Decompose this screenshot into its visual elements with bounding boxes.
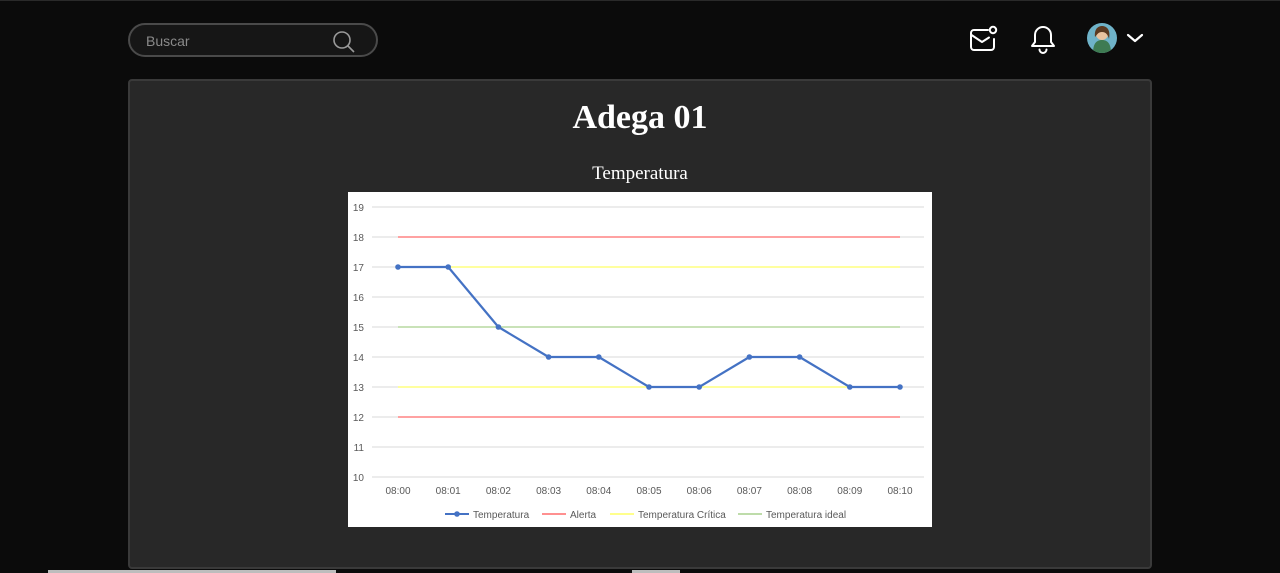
data-point [646,384,652,390]
data-point [696,384,702,390]
x-tick-label: 08:07 [737,486,762,497]
x-tick-label: 08:03 [536,486,561,497]
data-point [897,384,903,390]
bell-icon[interactable] [1027,23,1059,55]
legend-label: Temperatura ideal [766,510,846,521]
data-point [796,354,803,360]
chart-area: 10 11 12 13 14 15 16 17 18 19 08:00 08:01 08:02 08:03… [348,192,932,527]
legend-label: Temperatura Crítica [638,510,726,521]
search-input[interactable] [146,31,326,51]
y-tick-label: 13 [353,383,365,394]
y-tick-label: 10 [353,473,365,484]
legend-marker [454,511,460,517]
y-tick-label: 19 [353,203,365,214]
y-tick-label: 12 [353,413,365,424]
mail-notification-icon[interactable] [967,23,999,55]
x-tick-label: 08:09 [837,486,862,497]
search-box[interactable] [128,23,378,57]
y-tick-label: 11 [354,443,365,454]
page-title: Adega 01 [572,99,708,136]
data-point [596,354,602,360]
data-point [445,264,451,270]
data-point [746,354,753,360]
data-point [395,264,401,270]
x-tick-label: 08:02 [486,486,511,497]
search-icon[interactable] [332,30,356,54]
y-tick-label: 18 [353,233,365,244]
legend-label: Alerta [570,510,597,521]
x-tick-label: 08:04 [586,486,611,497]
x-tick-label: 08:10 [887,486,912,497]
data-point [495,324,502,330]
y-tick-label: 14 [353,353,365,364]
chart-title: Temperatura [592,163,688,184]
chevron-down-icon[interactable] [1125,28,1145,48]
x-tick-label: 08:00 [385,486,410,497]
data-point [847,384,853,390]
top-bar [0,0,1280,78]
y-tick-label: 17 [353,263,365,274]
legend-label: Temperatura [473,510,530,521]
y-tick-label: 16 [353,293,365,304]
profile-menu[interactable] [1087,21,1149,55]
x-tick-label: 08:05 [636,486,661,497]
main-panel: Adega 01 Temperatura 10 11 12 13 14 15 16 17 18 1… [128,79,1152,569]
x-tick-label: 08:01 [436,486,461,497]
avatar[interactable] [1087,23,1117,53]
x-tick-label: 08:06 [687,486,712,497]
x-tick-label: 08:08 [787,486,812,497]
temperature-chart: 10 11 12 13 14 15 16 17 18 19 08:00 08:01 08:02 08:03… [353,203,924,521]
y-tick-label: 15 [353,323,365,334]
data-point [545,354,552,360]
